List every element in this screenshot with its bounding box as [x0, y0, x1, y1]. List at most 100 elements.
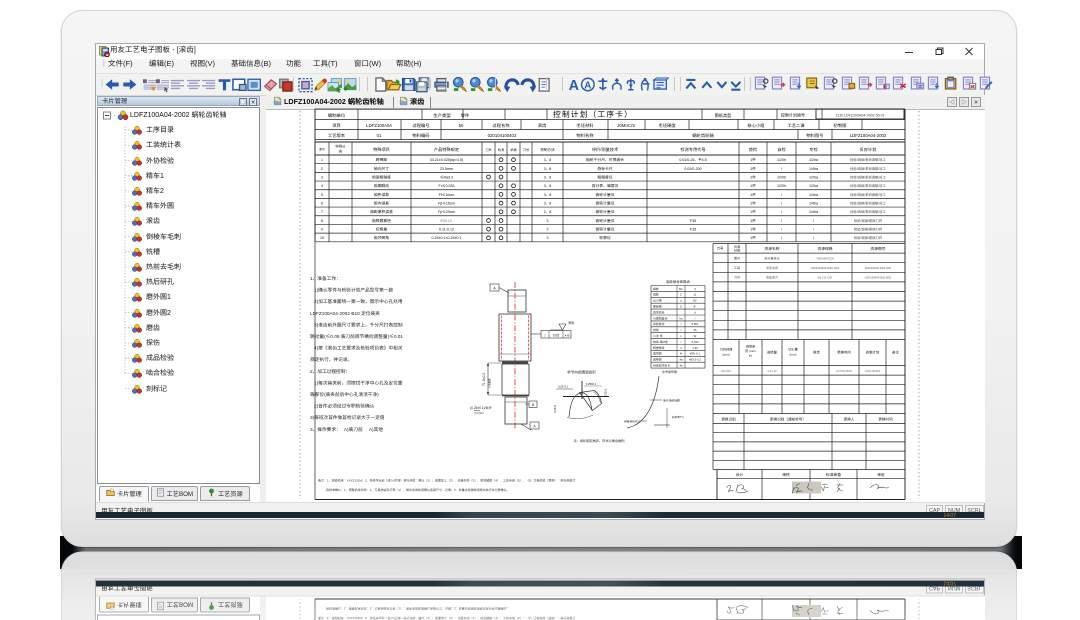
- svg-text:3)每班次首件做首检记录大于一定值: 3)每班次首件做首检记录大于一定值: [310, 415, 385, 421]
- svg-text:0.21-40: 0.21-40: [768, 369, 777, 373]
- svg-text:编制单位: 编制单位: [328, 113, 346, 119]
- svg-text:检验/调换/重新调整/返工: 检验/调换/重新调整/返工: [850, 191, 886, 196]
- svg-text:刀具转速: 刀具转速: [720, 346, 734, 351]
- svg-text:ha: ha: [679, 316, 683, 320]
- svg-text:物料图号: 物料图号: [806, 133, 823, 139]
- svg-text:齿形误差: 齿形误差: [374, 191, 389, 197]
- svg-text:标准审查: 标准审查: [826, 472, 841, 478]
- svg-text:A-B基准: A-B基准: [488, 378, 492, 388]
- svg-text:7: 7: [321, 210, 323, 215]
- svg-text:01: 01: [377, 133, 382, 139]
- svg-text:检验/调换/更换刀具: 检验/调换/更换刀具: [854, 217, 883, 222]
- svg-text:圆周速: 圆周速: [746, 344, 755, 348]
- svg-text:检验/调换/重新调整/返工: 检验/调换/重新调整/返工: [850, 165, 886, 170]
- svg-text:更换时间: 更换时间: [878, 416, 893, 422]
- svg-text:百分表、偏摆仪: 百分表、偏摆仪: [592, 183, 619, 189]
- svg-text:齿顶圆: 齿顶圆: [653, 351, 662, 355]
- svg-text:0.25±1: 0.25±1: [604, 388, 608, 397]
- svg-text:LDFZ100A04: LDFZ100A04: [366, 123, 392, 129]
- svg-text:起始角7°1: 起始角7°1: [672, 415, 684, 419]
- svg-text:/: /: [781, 166, 782, 171]
- svg-text:1件: 1件: [750, 227, 756, 232]
- svg-text:过程编号: 过程编号: [412, 123, 429, 129]
- svg-text:等部位(装夹前后中心孔清洁干净): 等部位(装夹前后中心孔清洁干净): [310, 392, 379, 398]
- svg-text:齿圈跳动: 齿圈跳动: [374, 183, 389, 189]
- svg-text:M2 Z11 ×20°: M2 Z11 ×20°: [818, 275, 833, 279]
- svg-text:≤Ra3.2: ≤Ra3.2: [440, 175, 453, 180]
- svg-text:1/2ha: 1/2ha: [809, 175, 818, 180]
- svg-text:零件: 零件: [461, 113, 470, 119]
- svg-text:齿轮千分尺、可换齿头: 齿轮千分尺、可换齿头: [586, 157, 624, 163]
- svg-text:TH20 BHTSCA: TH20 BHTSCA: [816, 256, 834, 260]
- svg-text:Fr≤0.033: Fr≤0.033: [439, 184, 455, 189]
- svg-text:物料名称: 物料名称: [576, 133, 594, 139]
- svg-text:工艺二课: 工艺二课: [787, 123, 805, 129]
- svg-text:0.861: 0.861: [692, 322, 699, 326]
- svg-text:LDFZ100A04-2002-J001: LDFZ100A04-2002-J001: [865, 266, 892, 270]
- svg-text:刀具: 刀具: [734, 274, 741, 279]
- svg-text:滚齿滚刀: 滚齿滚刀: [766, 275, 778, 279]
- svg-text:控制方法: 控制方法: [540, 146, 555, 152]
- svg-text:齿轮计量仪: 齿轮计量仪: [596, 209, 615, 215]
- svg-text:1)每次装夹前，须擦拭干净中心孔及定位面: 1)每次装夹前，须擦拭干净中心孔及定位面: [314, 380, 403, 386]
- svg-text:0.25±0.1: 0.25±0.1: [586, 381, 597, 385]
- svg-text:3: 3: [547, 218, 549, 223]
- svg-text:0.11-0.12: 0.11-0.12: [439, 227, 454, 232]
- svg-text:1件: 1件: [750, 158, 756, 163]
- svg-text:齿顶高系: 齿顶高系: [653, 310, 665, 314]
- svg-text:3、8: 3、8: [544, 201, 552, 206]
- svg-text:检验/调换/更换刀具: 检验/调换/更换刀具: [854, 235, 883, 240]
- svg-text:A: A: [584, 80, 591, 91]
- svg-text:检测: 检测: [498, 146, 504, 151]
- svg-text:螺旋角: 螺旋角: [653, 304, 662, 308]
- svg-text:刀号: 刀号: [717, 245, 724, 250]
- svg-text:倒棱修形R2: 倒棱修形R2: [624, 419, 639, 423]
- svg-text:1/4ha: 1/4ha: [809, 201, 818, 206]
- svg-text:首检: 首检: [749, 146, 758, 152]
- svg-text:9: 9: [321, 227, 323, 232]
- svg-text:滚齿: 滚齿: [538, 123, 547, 129]
- svg-text:齿面粗糙度: 齿面粗糙度: [372, 174, 391, 180]
- svg-text:备注：1、滚齿机床：YKX3132M；2、系统作业前（进入/: 备注：1、滚齿机床：YKX3132M；2、系统作业前（进入/区域）进行点检：确认…: [318, 478, 575, 482]
- svg-text:粗糙度仪: 粗糙度仪: [597, 174, 612, 180]
- svg-text:1件: 1件: [750, 184, 756, 189]
- svg-text:71.5±0.2: 71.5±0.2: [481, 372, 486, 385]
- svg-text:in): in): [749, 353, 752, 357]
- svg-text:d: d: [694, 310, 696, 314]
- svg-text:1/20h: 1/20h: [777, 158, 786, 163]
- svg-text:分类: 分类: [734, 247, 741, 252]
- svg-text:0.02/0-200: 0.02/0-200: [684, 166, 701, 171]
- svg-text:齿向误差: 齿向误差: [374, 200, 389, 206]
- svg-text:020104100402: 020104100402: [488, 133, 517, 139]
- svg-text:0.01/0-25、平4.5: 0.01/0-25、平4.5: [679, 158, 706, 163]
- svg-text:数控量具仪: 数控量具仪: [764, 256, 779, 260]
- svg-text:齿轮计量仪: 齿轮计量仪: [596, 226, 615, 232]
- svg-text:检验/调换/更换刀具: 检验/调换/更换刀具: [854, 226, 883, 231]
- svg-text:/: /: [813, 236, 814, 241]
- svg-text:4t: 4t: [680, 351, 683, 355]
- svg-text:4a: 4a: [679, 363, 683, 367]
- svg-text:0.342: 0.342: [692, 339, 699, 343]
- svg-text:Fβ≤15um: Fβ≤15um: [438, 201, 455, 206]
- svg-text:注：齿轮固定图表，形状以重合图例: 注：齿轮固定图表，形状以重合图例: [574, 438, 625, 443]
- svg-text:1/2ha: 1/2ha: [809, 184, 818, 189]
- svg-text:1件: 1件: [750, 236, 756, 241]
- svg-text:1件: 1件: [750, 166, 756, 171]
- svg-text:10: 10: [320, 236, 324, 241]
- svg-text:1)确认零件与检验计划产品型号第一致: 1)确认零件与检验计划产品型号第一致: [314, 287, 393, 293]
- svg-text:36: 36: [693, 328, 697, 332]
- svg-text:33.21±0.025(dp=4.5): 33.21±0.025(dp=4.5): [430, 158, 463, 163]
- svg-text:2)首件必须经过专职检验确认: 2)首件必须经过专职检验确认: [314, 403, 375, 409]
- svg-text:#38.-6.1: #38.-6.1: [690, 351, 701, 355]
- svg-text:/: /: [781, 218, 782, 223]
- svg-text:Λ: Λ: [680, 345, 682, 349]
- svg-text:2、8: 2、8: [544, 210, 552, 215]
- svg-text:反应计划: 反应计划: [860, 146, 877, 152]
- svg-text:控制计划（工序卡）: 控制计划（工序卡）: [553, 109, 633, 120]
- svg-text:A: A: [569, 77, 579, 92]
- svg-text:12Jk.LDFZ100A04-2002.50.01: 12Jk.LDFZ100A04-2002.50.01: [835, 113, 884, 118]
- svg-text:F35: F35: [690, 218, 696, 223]
- svg-text:公法 线: 公法 线: [653, 334, 663, 338]
- svg-text:Ff≤10um: Ff≤10um: [439, 192, 455, 197]
- svg-text:资源图号: 资源图号: [870, 245, 885, 251]
